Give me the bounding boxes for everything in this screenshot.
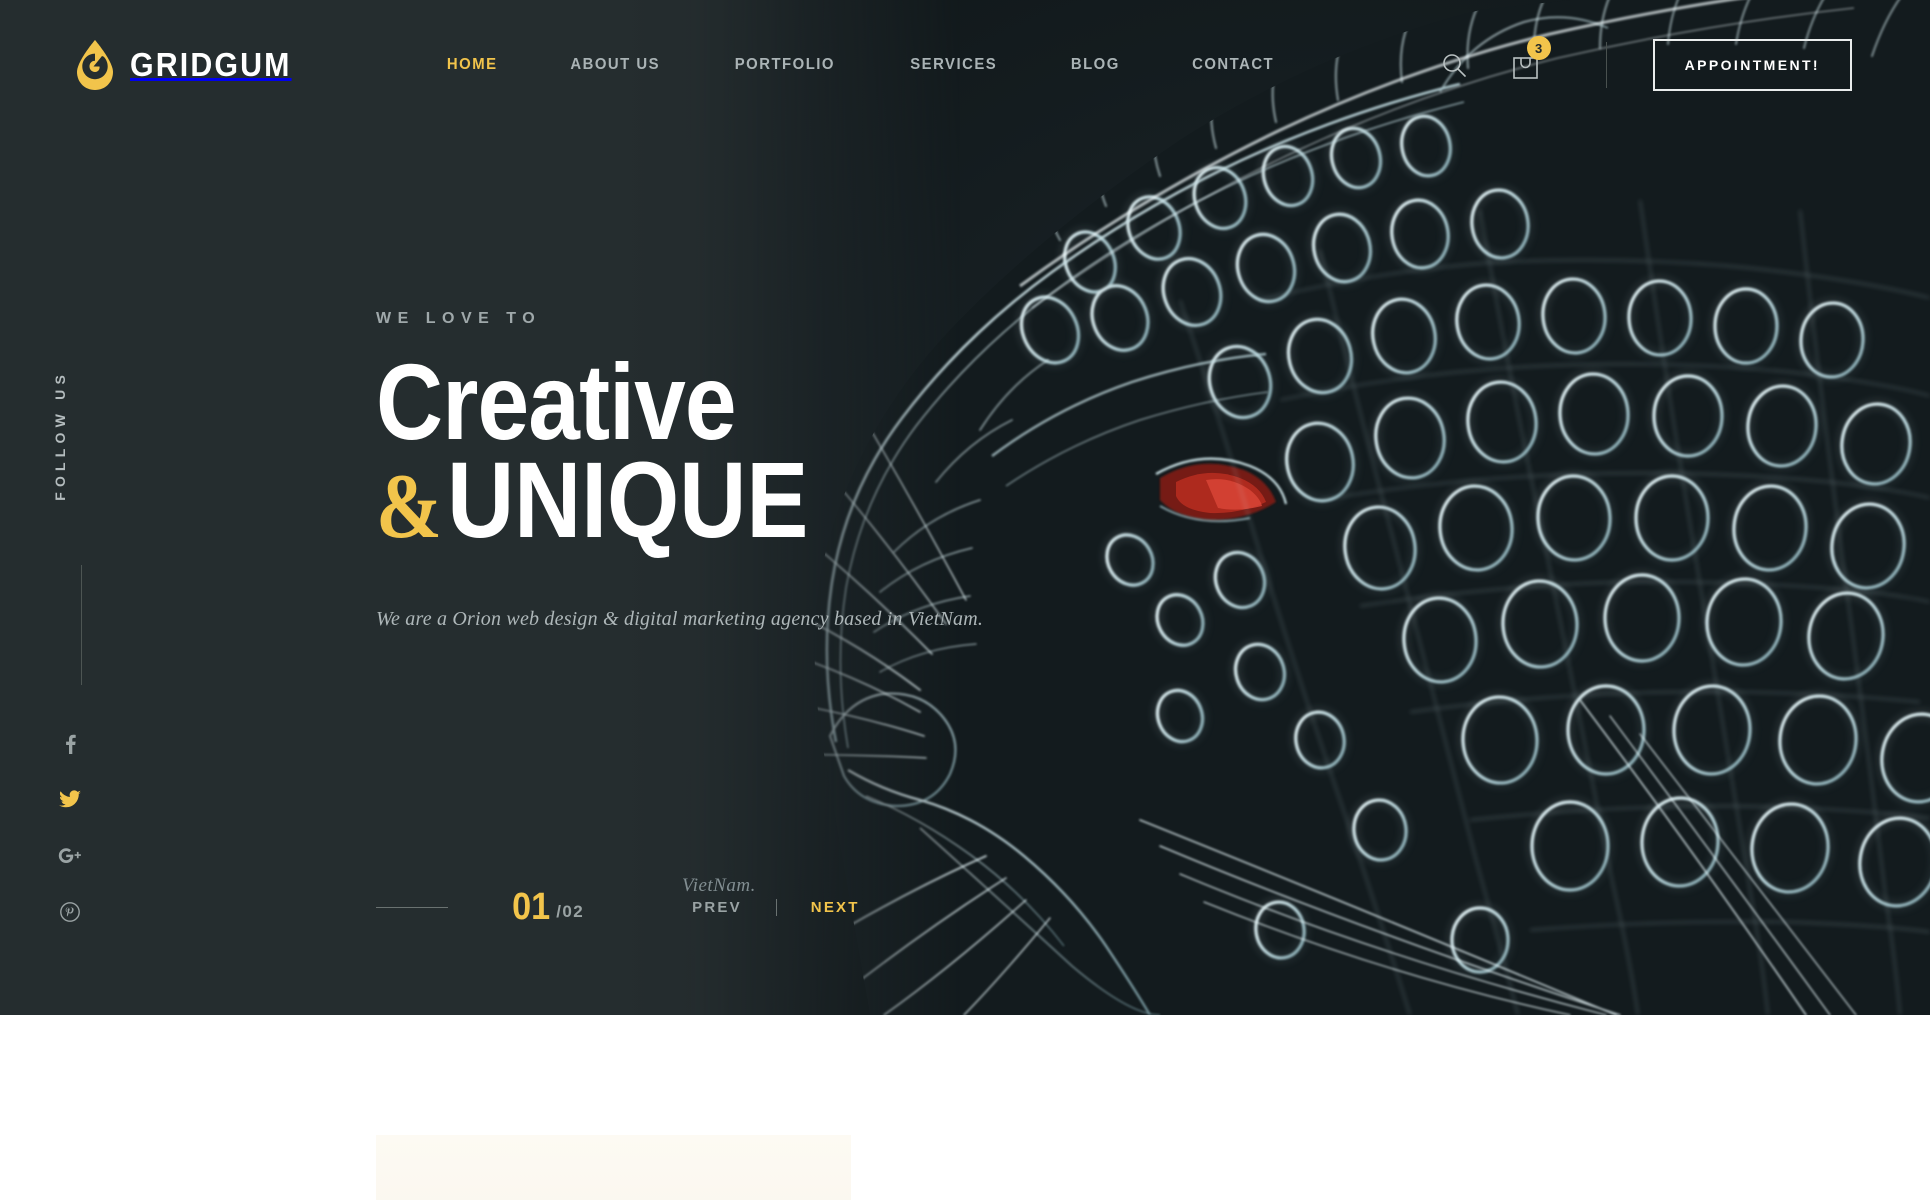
about-image bbox=[376, 1135, 851, 1200]
nav-item-services[interactable]: SERVICES bbox=[879, 56, 1029, 74]
nav-item-blog[interactable]: BLOG bbox=[1039, 56, 1151, 74]
header-actions: 3 APPOINTMENT! bbox=[1432, 36, 1852, 91]
slider-progress-line bbox=[376, 906, 448, 908]
hero-headline-unique: UNIQUE bbox=[447, 439, 809, 561]
slide-current-number: 01 bbox=[512, 886, 551, 928]
slide-total-number: /02 bbox=[556, 902, 585, 921]
rail-divider-line bbox=[81, 565, 82, 685]
header-divider bbox=[1605, 42, 1607, 88]
hero-headline-line2: &UNIQUE bbox=[376, 446, 898, 554]
facebook-icon[interactable] bbox=[56, 730, 84, 758]
slider-next-button[interactable]: NEXT bbox=[811, 899, 860, 916]
site-header: GRIDGUM HOME ABOUT US PORTFOLIO SERVICES… bbox=[0, 0, 1930, 130]
brand-name: GRIDGUM bbox=[130, 46, 292, 83]
hero-ampersand: & bbox=[376, 455, 442, 558]
page-root: VietNam. GRIDGUM HOME ABOUT US PORTFOLIO… bbox=[0, 0, 1930, 1200]
about-section: HELLO WORLD! WE ARE ORION STUDIO bbox=[0, 1015, 1930, 1200]
google-plus-icon[interactable] bbox=[56, 842, 84, 870]
nav-item-contact[interactable]: CONTACT bbox=[1161, 56, 1306, 74]
appointment-button[interactable]: APPOINTMENT! bbox=[1652, 39, 1852, 91]
social-links bbox=[56, 730, 84, 926]
nav-item-home[interactable]: HOME bbox=[415, 56, 529, 74]
twitter-icon[interactable] bbox=[56, 786, 84, 814]
main-navigation: HOME ABOUT US PORTFOLIO SERVICES BLOG CO… bbox=[411, 56, 1312, 74]
slider-prev-button[interactable]: PREV bbox=[692, 899, 742, 916]
hero-eyebrow: WE LOVE TO bbox=[376, 310, 542, 327]
search-icon[interactable] bbox=[1432, 43, 1476, 87]
slider-nav-divider bbox=[775, 898, 777, 916]
slider-nav: PREV NEXT bbox=[692, 898, 860, 916]
follow-us-label: FOLLOW US bbox=[52, 370, 68, 501]
cart-button[interactable]: 3 bbox=[1504, 36, 1551, 90]
hero-section: VietNam. GRIDGUM HOME ABOUT US PORTFOLIO… bbox=[0, 0, 1930, 1015]
brand-logo[interactable]: GRIDGUM bbox=[74, 39, 306, 91]
nav-item-about-us[interactable]: ABOUT US bbox=[539, 56, 692, 74]
slider-controls: 01 /02 PREV NEXT bbox=[376, 888, 860, 926]
cart-count-badge: 3 bbox=[1526, 36, 1551, 60]
hero-subtitle: We are a Orion web design & digital mark… bbox=[376, 608, 984, 631]
pinterest-icon[interactable] bbox=[56, 898, 84, 926]
social-rail: FOLLOW US bbox=[0, 0, 150, 1015]
hero-headline-line1: Creative bbox=[376, 341, 737, 462]
droplet-g-logo-icon bbox=[74, 39, 116, 91]
nav-item-portfolio[interactable]: PORTFOLIO bbox=[704, 56, 867, 74]
